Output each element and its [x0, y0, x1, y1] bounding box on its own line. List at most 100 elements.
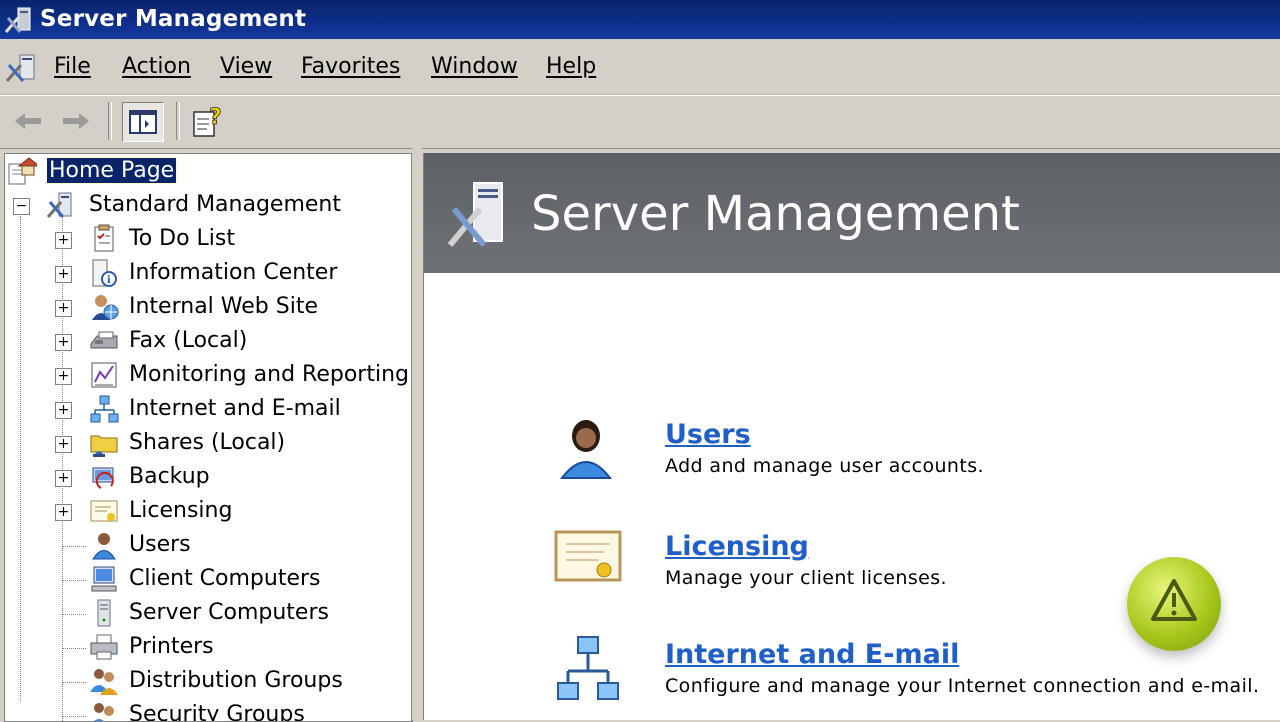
- distribution-group-icon: [90, 669, 118, 695]
- task-description: Add and manage user accounts.: [665, 455, 984, 477]
- tree-line: [62, 682, 86, 683]
- expand-toggle[interactable]: +: [55, 402, 72, 419]
- tree-item-label: Fax (Local): [129, 328, 248, 353]
- fax-icon: [90, 331, 118, 349]
- menu-favorites[interactable]: Favorites: [301, 54, 400, 79]
- expand-toggle[interactable]: +: [55, 368, 72, 385]
- network-icon: [557, 636, 619, 700]
- tree-item-internet-and-email[interactable]: + Internet and E-mail: [5, 394, 405, 426]
- shared-folder-icon: [90, 435, 118, 457]
- back-button[interactable]: [8, 102, 48, 140]
- tree-item-label: Client Computers: [129, 566, 321, 591]
- menu-view[interactable]: View: [220, 54, 272, 79]
- tree-item-to-do-list[interactable]: + To Do List: [5, 224, 405, 256]
- backup-icon: [92, 467, 114, 489]
- window-title: Server Management: [40, 6, 307, 32]
- tree-item-label: Shares (Local): [129, 430, 286, 455]
- expand-toggle[interactable]: +: [55, 436, 72, 453]
- menu-action[interactable]: Action: [122, 54, 191, 79]
- tree-item-home-page[interactable]: Home Page: [5, 156, 405, 188]
- tree-item-label: Security Groups: [129, 702, 305, 722]
- client-computer-icon: [91, 566, 117, 592]
- server-management-icon: [4, 7, 31, 33]
- license-icon: [90, 500, 118, 522]
- expand-toggle[interactable]: +: [55, 504, 72, 521]
- tree-item-users[interactable]: Users: [5, 530, 405, 562]
- tree-item-label: Home Page: [45, 157, 178, 184]
- tree-item-label: Printers: [129, 634, 214, 659]
- collapse-toggle[interactable]: −: [13, 198, 30, 215]
- tree-line: [62, 716, 86, 717]
- warning-badge[interactable]: [1127, 557, 1221, 651]
- tree-item-shares-local[interactable]: + Shares (Local): [5, 428, 405, 460]
- tree-item-security-groups[interactable]: Security Groups: [5, 700, 405, 722]
- certificate-icon: [554, 530, 622, 582]
- tree-item-label: Monitoring and Reporting: [129, 362, 409, 387]
- console-tree[interactable]: Home Page − Standard Management + To Do …: [4, 153, 413, 722]
- show-hide-tree-button[interactable]: [122, 102, 164, 142]
- toolbar-separator: [108, 102, 112, 140]
- network-icon: [90, 395, 119, 423]
- tree-item-fax-local[interactable]: + Fax (Local): [5, 326, 405, 358]
- content-banner: Server Management: [424, 153, 1280, 273]
- menu-bar: File Action View Favorites Window Help: [0, 39, 1280, 95]
- tree-item-printers[interactable]: Printers: [5, 632, 405, 664]
- tree-item-label: Internet and E-mail: [129, 396, 341, 421]
- tree-item-label: Standard Management: [89, 192, 342, 217]
- security-group-icon: [94, 703, 114, 721]
- monitoring-icon: [91, 362, 117, 388]
- printer-icon: [90, 634, 118, 660]
- tree-item-licensing[interactable]: + Licensing: [5, 496, 405, 528]
- help-button[interactable]: ?: [188, 102, 228, 140]
- server-computer-icon: [97, 599, 111, 627]
- svg-text:?: ?: [209, 105, 222, 130]
- show-hide-tree-icon: [129, 110, 157, 134]
- toolbar: ?: [0, 95, 1280, 149]
- expand-toggle[interactable]: +: [55, 470, 72, 487]
- pane-splitter[interactable]: [412, 148, 422, 720]
- svg-text:i: i: [107, 275, 111, 286]
- console-icon[interactable]: [4, 53, 40, 83]
- tree-line: [62, 580, 86, 581]
- standard-management-icon: [46, 192, 72, 218]
- tree-item-internal-web-site[interactable]: + Internal Web Site: [5, 292, 405, 324]
- tree-item-label: Users: [129, 532, 191, 557]
- tree-item-label: Server Computers: [129, 600, 329, 625]
- task-licensing: Licensing Manage your client licenses.: [554, 525, 1214, 605]
- help-icon: ?: [193, 105, 222, 137]
- tree-item-server-computers[interactable]: Server Computers: [5, 598, 405, 630]
- expand-toggle[interactable]: +: [55, 232, 72, 249]
- tree-line: [62, 614, 86, 615]
- task-users: Users Add and manage user accounts.: [554, 413, 1214, 493]
- information-center-icon: i: [92, 259, 117, 287]
- tree-item-label: To Do List: [129, 226, 236, 251]
- users-link[interactable]: Users: [665, 419, 751, 450]
- tree-item-client-computers[interactable]: Client Computers: [5, 564, 405, 596]
- tree-item-monitoring-and-reporting[interactable]: + Monitoring and Reporting: [5, 360, 409, 392]
- tree-item-label: Information Center: [129, 260, 338, 285]
- home-page-icon: [8, 157, 37, 185]
- back-arrow-icon: [15, 113, 41, 129]
- server-management-icon: [447, 182, 503, 247]
- menu-help[interactable]: Help: [546, 54, 596, 79]
- tree-item-distribution-groups[interactable]: Distribution Groups: [5, 666, 405, 698]
- tree-item-standard-management[interactable]: − Standard Management: [5, 190, 405, 222]
- todo-list-icon: [94, 224, 114, 252]
- forward-arrow-icon: [63, 113, 89, 129]
- internet-and-email-link[interactable]: Internet and E-mail: [665, 639, 959, 670]
- licensing-link[interactable]: Licensing: [665, 531, 809, 562]
- forward-button[interactable]: [56, 102, 96, 140]
- tree-item-label: Backup: [129, 464, 210, 489]
- title-bar: Server Management: [0, 0, 1280, 39]
- menu-file[interactable]: File: [54, 54, 91, 79]
- menu-window[interactable]: Window: [431, 54, 518, 79]
- tree-item-information-center[interactable]: + i Information Center: [5, 258, 405, 290]
- expand-toggle[interactable]: +: [55, 334, 72, 351]
- content-pane: Server Management Users Add and manage u…: [423, 153, 1280, 720]
- toolbar-separator: [176, 102, 180, 140]
- banner-title: Server Management: [531, 186, 1020, 242]
- tree-item-backup[interactable]: + Backup: [5, 462, 405, 494]
- user-icon: [559, 420, 613, 479]
- expand-toggle[interactable]: +: [55, 300, 72, 317]
- expand-toggle[interactable]: +: [55, 266, 72, 283]
